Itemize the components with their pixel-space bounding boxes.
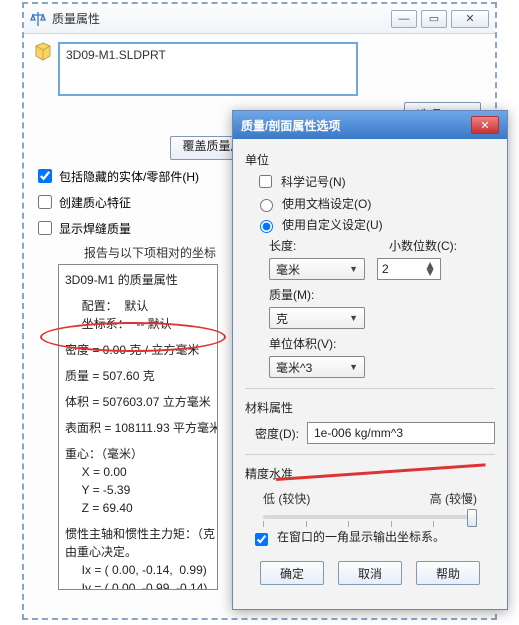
show-weld-label: 显示焊缝质量 — [59, 220, 131, 237]
filename-input[interactable]: 3D09-M1.SLDPRT — [58, 42, 358, 96]
accuracy-slider-track[interactable] — [263, 515, 477, 519]
out-volume-line: 体积 = 507603.07 立方毫米 — [65, 393, 211, 411]
help-button[interactable]: 帮助 — [416, 561, 480, 585]
slider-low-label: 低 (较快) — [263, 490, 310, 507]
out-line: Z = 69.40 — [65, 499, 211, 517]
use-doc-row: 使用文档设定(O) — [255, 195, 495, 212]
use-custom-label: 使用自定义设定(U) — [282, 216, 383, 233]
show-corner-label: 在窗口的一角显示输出坐标系。 — [277, 530, 445, 546]
close-button[interactable]: ✕ — [451, 10, 489, 28]
use-custom-radio[interactable] — [260, 220, 273, 233]
section-properties-options-dialog: 质量/剖面属性选项 ✕ 单位 科学记号(N) 使用文档设定(O) 使用自定义设定… — [232, 110, 508, 610]
chevron-down-icon: ▼ — [349, 313, 358, 323]
part-file-icon — [34, 42, 52, 64]
accuracy-slider-thumb[interactable] — [467, 509, 477, 527]
pervol-unit-select[interactable]: 毫米^3 ▼ — [269, 356, 365, 378]
unit-group-label: 单位 — [245, 151, 495, 168]
main-titlebar: 质量属性 — ▭ ✕ — [24, 4, 495, 34]
dialog-title: 质量/剖面属性选项 — [241, 117, 471, 134]
out-line: 坐标系： -- 默认 -- — [65, 315, 211, 333]
material-group-label: 材料属性 — [245, 399, 495, 416]
accuracy-slider-wrap: 低 (较快) 高 (较慢) — [263, 490, 477, 520]
include-hidden-label: 包括隐藏的实体/零部件(H) — [59, 168, 199, 185]
maximize-button[interactable]: ▭ — [421, 10, 447, 28]
out-line: 惯性主轴和惯性主力矩：（克 * — [65, 525, 211, 543]
density-label: 密度(D): — [255, 425, 299, 442]
pervol-unit-value: 毫米^3 — [276, 359, 312, 376]
mass-label: 质量(M): — [269, 286, 495, 303]
mass-properties-output[interactable]: 3D09-M1 的质量属性 配置： 默认 坐标系： -- 默认 -- 密度 = … — [58, 264, 218, 590]
out-line: 表面积 = 108111.93 平方毫米 — [65, 419, 211, 437]
ok-button[interactable]: 确定 — [260, 561, 324, 585]
include-hidden-checkbox[interactable] — [38, 169, 52, 183]
dialog-close-button[interactable]: ✕ — [471, 116, 499, 134]
decimal-places-input[interactable]: 2 ▲▼ — [377, 258, 441, 280]
length-unit-value: 毫米 — [276, 261, 300, 278]
chevron-down-icon: ▼ — [349, 362, 358, 372]
show-corner-row: 在窗口的一角显示输出坐标系。 — [251, 530, 495, 549]
use-doc-label: 使用文档设定(O) — [282, 195, 371, 212]
show-weld-checkbox[interactable] — [38, 221, 52, 235]
length-label: 长度: — [269, 237, 317, 254]
chevron-down-icon: ▼ — [349, 264, 358, 274]
dialog-body: 单位 科学记号(N) 使用文档设定(O) 使用自定义设定(U) 长度: 小数位数… — [233, 139, 507, 593]
out-line: 3D09-M1 的质量属性 — [65, 271, 211, 289]
pervol-label: 单位体积(V): — [269, 335, 495, 352]
show-corner-checkbox[interactable] — [255, 533, 268, 546]
slider-high-label: 高 (较慢) — [430, 490, 477, 507]
out-line: Ix = ( 0.00, -0.14, 0.99) — [65, 561, 211, 579]
density-value: 1e-006 kg/mm^3 — [314, 426, 403, 440]
separator — [245, 454, 495, 455]
out-line: X = 0.00 — [65, 463, 211, 481]
use-doc-radio[interactable] — [260, 199, 273, 212]
dialog-buttons: 确定 取消 帮助 — [245, 561, 495, 585]
mass-unit-select[interactable]: 克 ▼ — [269, 307, 365, 329]
sci-notation-row: 科学记号(N) — [255, 172, 495, 191]
out-line: Y = -5.39 — [65, 481, 211, 499]
balance-scale-icon — [30, 11, 46, 27]
create-cog-label: 创建质心特征 — [59, 194, 131, 211]
out-line: 密度 = 0.00 克 / 立方毫米 — [65, 341, 211, 359]
minimize-button[interactable]: — — [391, 10, 417, 28]
out-line: 质量 = 507.60 克 — [65, 367, 211, 385]
out-line: 重心：（毫米） — [65, 445, 211, 463]
create-cog-checkbox[interactable] — [38, 195, 52, 209]
separator — [245, 388, 495, 389]
cancel-button[interactable]: 取消 — [338, 561, 402, 585]
main-title: 质量属性 — [52, 10, 391, 27]
dialog-titlebar: 质量/剖面属性选项 ✕ — [233, 111, 507, 139]
out-line: 由重心决定。 — [65, 543, 211, 561]
out-line: 配置： 默认 — [65, 297, 211, 315]
length-unit-select[interactable]: 毫米 ▼ — [269, 258, 365, 280]
out-line: Iy = ( 0.00, -0.99, -0.14) — [65, 579, 211, 590]
document-row: 3D09-M1.SLDPRT — [34, 42, 485, 96]
density-input[interactable]: 1e-006 kg/mm^3 — [307, 422, 495, 444]
mass-unit-value: 克 — [276, 310, 288, 327]
window-controls: — ▭ ✕ — [391, 10, 489, 28]
decimal-places-value: 2 — [382, 262, 389, 276]
accuracy-group-label: 精度水准 — [245, 465, 495, 482]
spinner-icon[interactable]: ▲▼ — [424, 262, 436, 276]
decimal-label: 小数位数(C): — [389, 237, 457, 254]
sci-notation-label: 科学记号(N) — [281, 173, 346, 190]
use-custom-row: 使用自定义设定(U) — [255, 216, 495, 233]
sci-notation-checkbox[interactable] — [259, 175, 272, 188]
